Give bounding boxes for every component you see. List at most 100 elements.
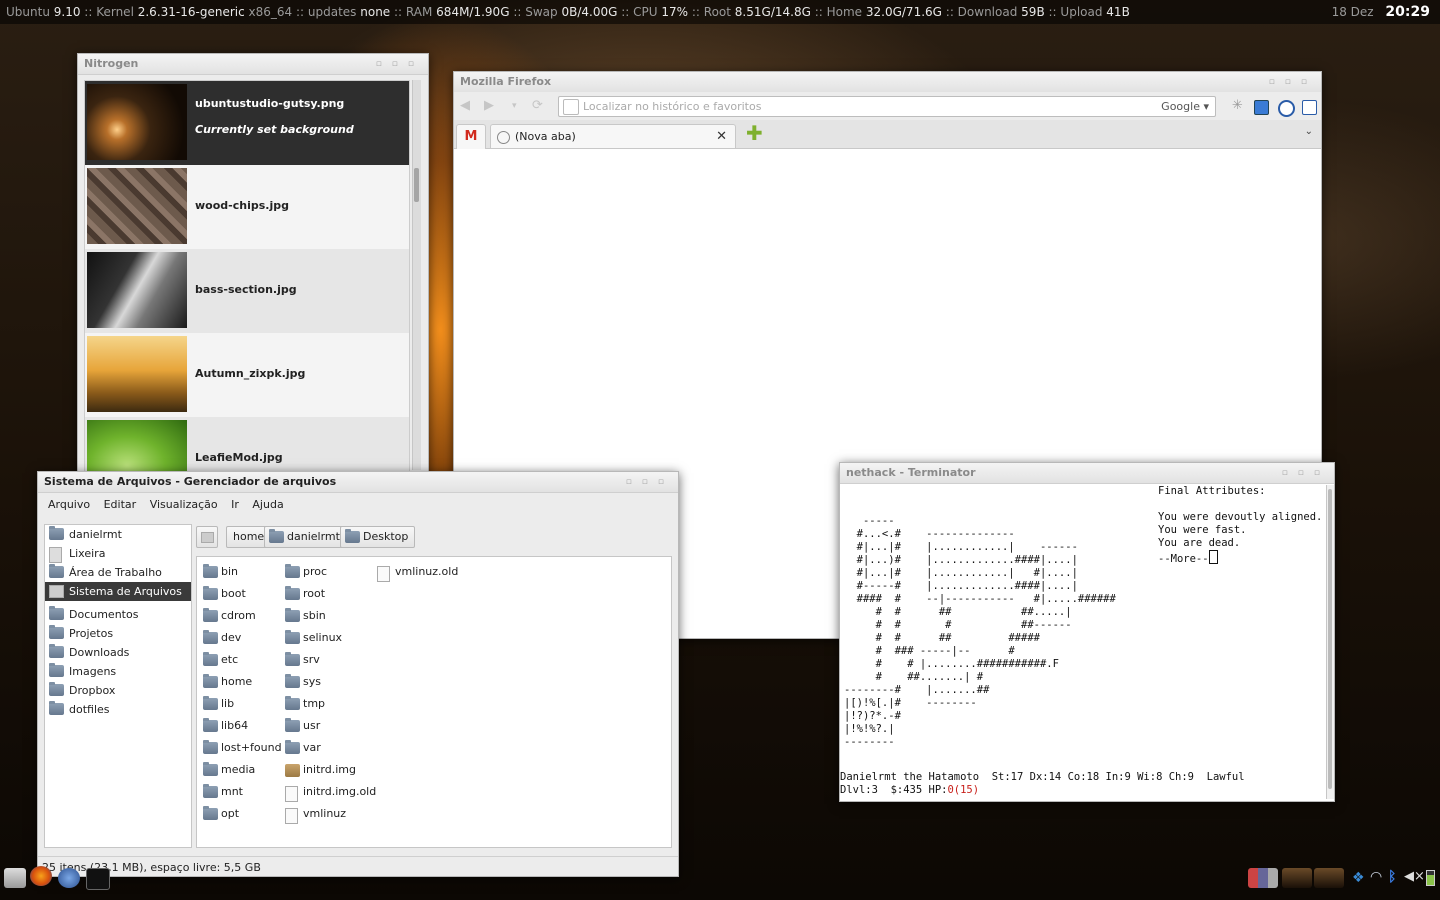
new-tab-icon[interactable]: ✚: [746, 121, 763, 145]
tab-new[interactable]: (Nova aba) ✕: [490, 124, 736, 148]
window-thumbnail-icon[interactable]: [1282, 868, 1312, 888]
file-view[interactable]: bin boot cdrom dev etc home lib lib64 lost+found…: [196, 556, 672, 848]
file-manager-titlebar[interactable]: Sistema de Arquivos - Gerenciador de arq…: [38, 472, 678, 493]
file-item[interactable]: mnt: [199, 783, 243, 803]
firefox-titlebar[interactable]: Mozilla Firefox ▫▫▫: [454, 72, 1321, 93]
file-manager-launcher-icon[interactable]: [4, 868, 26, 888]
breadcrumb-root-button[interactable]: [196, 526, 218, 548]
tab-list-chevron-icon[interactable]: ⌄: [1305, 126, 1313, 137]
sidebar-item-desktop[interactable]: Área de Trabalho: [45, 563, 191, 582]
file-item[interactable]: initrd.img: [281, 761, 356, 781]
file-item[interactable]: bin: [199, 563, 238, 583]
file-item[interactable]: home: [199, 673, 252, 693]
file-item[interactable]: srv: [281, 651, 320, 671]
back-arrow-icon[interactable]: ◀: [460, 98, 470, 113]
menu-editar[interactable]: Editar: [104, 498, 137, 511]
file-label: tmp: [303, 697, 326, 710]
dropbox-icon[interactable]: ❖: [1352, 870, 1365, 886]
status-bar: 25 itens (23,1 MB), espaço livre: 5,5 GB: [38, 856, 678, 876]
file-item[interactable]: vmlinuz.old: [373, 563, 458, 583]
location-bar[interactable]: Localizar no histórico e favoritos Googl…: [558, 96, 1216, 117]
sidebar-item-label: Downloads: [69, 646, 130, 659]
history-clock-icon[interactable]: [1278, 100, 1295, 117]
terminal-launcher-icon[interactable]: [86, 868, 110, 890]
battery-icon[interactable]: [1426, 870, 1435, 886]
file-item[interactable]: proc: [281, 563, 327, 583]
terminal-scrollbar[interactable]: [1326, 485, 1334, 799]
file-item[interactable]: lib: [199, 695, 234, 715]
dungeon-map: ----- #...<.# -------------- #|...|# |..…: [844, 515, 1116, 748]
scrollbar-thumb[interactable]: [1328, 489, 1332, 789]
file-item[interactable]: usr: [281, 717, 320, 737]
file-item[interactable]: vmlinuz: [281, 805, 346, 825]
folder-icon: [203, 674, 218, 688]
menu-arquivo[interactable]: Arquivo: [48, 498, 90, 511]
bluetooth-icon[interactable]: ᛒ: [1388, 869, 1396, 885]
file-item[interactable]: sys: [281, 673, 321, 693]
list-item[interactable]: Autumn_zixpk.jpg: [85, 333, 409, 417]
file-item[interactable]: root: [281, 585, 325, 605]
search-engine-select[interactable]: Google ▾: [1161, 97, 1209, 116]
tab-gmail[interactable]: M: [456, 124, 486, 149]
folder-icon: [285, 564, 300, 578]
sidebar-item-downloads[interactable]: Downloads: [45, 643, 191, 662]
file-item[interactable]: boot: [199, 585, 246, 605]
file-item[interactable]: lib64: [199, 717, 248, 737]
window-controls[interactable]: ▫▫▫: [1269, 72, 1317, 92]
wifi-icon[interactable]: ◠: [1370, 869, 1382, 885]
file-item[interactable]: etc: [199, 651, 238, 671]
file-item[interactable]: opt: [199, 805, 239, 825]
reload-icon[interactable]: ⟳: [532, 98, 543, 113]
breadcrumb-danielrmt[interactable]: danielrmt: [264, 526, 347, 548]
file-item[interactable]: var: [281, 739, 321, 759]
sidebar-item-home[interactable]: danielrmt: [45, 525, 191, 544]
menu-ajuda[interactable]: Ajuda: [252, 498, 283, 511]
sidebar-item-documentos[interactable]: Documentos: [45, 605, 191, 624]
file-item[interactable]: cdrom: [199, 607, 256, 627]
sidebar-item-label: Dropbox: [69, 684, 116, 697]
history-dropdown-icon[interactable]: ▾: [512, 101, 517, 111]
sidebar-item-imagens[interactable]: Imagens: [45, 662, 191, 681]
file-item[interactable]: sbin: [281, 607, 326, 627]
pager-icon[interactable]: [1248, 868, 1278, 888]
file-item[interactable]: dev: [199, 629, 241, 649]
sidebar-item-trash[interactable]: Lixeira: [45, 544, 191, 563]
volume-muted-icon[interactable]: ◀×: [1404, 869, 1425, 884]
sidebar-item-dropbox[interactable]: Dropbox: [45, 681, 191, 700]
window-controls[interactable]: ▫▫▫: [626, 472, 674, 492]
nitrogen-titlebar[interactable]: Nitrogen ▫▫▫: [78, 54, 428, 75]
file-item[interactable]: media: [199, 761, 255, 781]
menu-ir[interactable]: Ir: [231, 498, 239, 511]
breadcrumb-desktop[interactable]: Desktop: [340, 526, 416, 548]
menu-visualizacao[interactable]: Visualização: [150, 498, 218, 511]
forward-arrow-icon[interactable]: ▶: [484, 98, 494, 113]
sidebar-item-filesystem[interactable]: Sistema de Arquivos: [45, 582, 191, 601]
file-item[interactable]: initrd.img.old: [281, 783, 376, 803]
launcher-icon[interactable]: [58, 868, 80, 888]
firefox-launcher-icon[interactable]: [30, 866, 52, 886]
folder-icon: [49, 625, 64, 639]
terminal-area[interactable]: Final Attributes: You were devoutly alig…: [840, 485, 1326, 801]
window-thumbnail-icon[interactable]: [1314, 868, 1344, 888]
wallpaper-list[interactable]: ubuntustudio-gutsy.png Currently set bac…: [84, 80, 410, 472]
list-item[interactable]: bass-section.jpg: [85, 249, 409, 333]
window-controls[interactable]: ▫▫▫: [376, 54, 424, 74]
bookmark-icon[interactable]: [1254, 100, 1269, 115]
list-item[interactable]: wood-chips.jpg: [85, 165, 409, 249]
close-tab-icon[interactable]: ✕: [716, 125, 727, 149]
file-item[interactable]: tmp: [281, 695, 325, 715]
sidebar-item-projetos[interactable]: Projetos: [45, 624, 191, 643]
window-controls[interactable]: ▫▫▫: [1282, 463, 1330, 483]
clock[interactable]: 20:29: [1385, 4, 1430, 20]
sidebar-icon[interactable]: [1302, 100, 1317, 115]
list-item[interactable]: LeafieMod.jpg: [85, 417, 409, 471]
wallpaper-list-scrollbar[interactable]: [412, 80, 421, 470]
file-item[interactable]: selinux: [281, 629, 342, 649]
list-item[interactable]: ubuntustudio-gutsy.png Currently set bac…: [85, 81, 409, 165]
file-item[interactable]: lost+found: [199, 739, 282, 759]
scrollbar-thumb[interactable]: [414, 168, 419, 202]
arch-label: x86_64: [248, 5, 293, 19]
file-label: sbin: [303, 609, 326, 622]
terminator-titlebar[interactable]: nethack - Terminator ▫▫▫: [840, 463, 1334, 484]
sidebar-item-dotfiles[interactable]: dotfiles: [45, 700, 191, 719]
